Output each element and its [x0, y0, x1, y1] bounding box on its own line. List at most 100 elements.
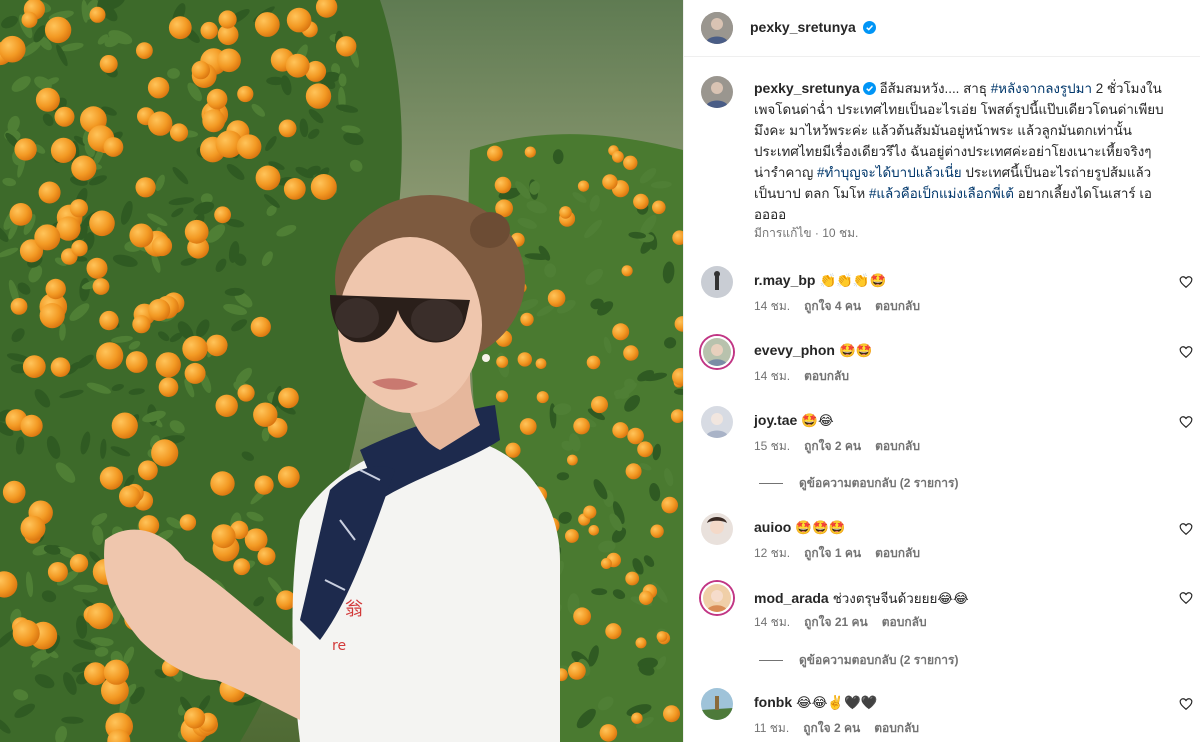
heart-icon[interactable] — [1179, 522, 1193, 536]
reply-button[interactable]: ตอบกลับ — [804, 369, 849, 383]
comment-avatar[interactable] — [701, 266, 733, 298]
orange-fruit — [612, 150, 624, 163]
comment-item: joy.tae 🤩😂 15 ชม. ถูกใจ 2 คน ตอบกลับ — [684, 406, 1200, 466]
comment-username[interactable]: fonbk — [754, 694, 792, 710]
orange-fruit — [623, 155, 638, 170]
orange-fruit — [278, 387, 299, 409]
orange-fruit — [285, 53, 310, 78]
verified-badge-icon — [863, 21, 877, 34]
orange-fruit — [158, 377, 179, 398]
comment-likes[interactable]: ถูกใจ 2 คน — [804, 439, 861, 453]
verified-badge-icon — [862, 82, 876, 95]
orange-fruit — [206, 334, 228, 357]
author-avatar[interactable] — [701, 12, 733, 44]
comment-avatar[interactable] — [701, 406, 733, 438]
comment-avatar[interactable] — [701, 513, 733, 545]
heart-icon[interactable] — [1179, 275, 1193, 289]
orange-fruit — [547, 289, 566, 308]
comment-avatar[interactable] — [701, 688, 733, 720]
orange-fruit — [86, 257, 108, 279]
post-caption: pexky_sretunya อีส้มสมหวัง.... สาธุ #หลั… — [754, 78, 1164, 225]
orange-fruit — [89, 210, 115, 237]
hashtag-link[interactable]: #แล้วคือเป็กแม่งเลือกพี่เต้ — [869, 186, 1014, 201]
orange-fruit — [148, 111, 173, 136]
orange-fruit — [236, 134, 262, 159]
comment-avatar[interactable] — [701, 336, 733, 368]
orange-fruit — [71, 155, 97, 181]
orange-fruit — [169, 123, 189, 142]
heart-icon[interactable] — [1179, 697, 1193, 711]
orange-fruit — [135, 177, 156, 198]
comment-username[interactable]: mod_arada — [754, 590, 829, 606]
reply-button[interactable]: ตอบกลับ — [875, 439, 920, 453]
comment-item: r.may_bp 👏👏👏🤩 14 ชม. ถูกใจ 4 คน ตอบกลับ — [684, 266, 1200, 326]
caption-username[interactable]: pexky_sretunya — [754, 80, 860, 96]
caption-author-avatar[interactable] — [701, 76, 733, 108]
orange-fruit — [96, 342, 124, 370]
post-photo[interactable]: 翁 re — [0, 0, 683, 742]
orange-fruit — [184, 707, 206, 729]
view-replies-button[interactable]: ดูข้อความตอบกลับ (2 รายการ) — [759, 474, 958, 493]
orange-fruit — [633, 193, 649, 210]
orange-fruit — [237, 384, 255, 402]
orange-fruit — [217, 48, 241, 73]
orange-fruit — [215, 394, 238, 417]
orange-fruit — [118, 485, 141, 508]
orange-fruit — [184, 362, 206, 384]
comment-username[interactable]: r.may_bp — [754, 272, 815, 288]
orange-fruit — [495, 390, 509, 403]
view-replies-button[interactable]: ดูข้อความตอบกลับ (2 รายการ) — [759, 651, 958, 670]
orange-fruit — [656, 631, 668, 642]
comment-avatar[interactable] — [701, 582, 733, 614]
comment-username[interactable]: evevy_phon — [754, 342, 835, 358]
orange-fruit — [612, 323, 630, 341]
orange-fruit — [517, 352, 532, 367]
comment-likes[interactable]: ถูกใจ 2 คน — [803, 721, 860, 735]
orange-fruit — [612, 422, 629, 439]
heart-icon[interactable] — [1179, 415, 1193, 429]
orange-fruit — [69, 199, 88, 218]
photo-illustration: 翁 re — [0, 0, 683, 742]
orange-fruit — [39, 303, 65, 329]
heart-icon[interactable] — [1179, 591, 1193, 605]
orange-fruit — [635, 637, 647, 649]
orange-fruit — [600, 558, 612, 569]
orange-fruit — [536, 391, 549, 404]
reply-button[interactable]: ตอบกลับ — [875, 299, 920, 313]
comment-time: 11 ชม. — [754, 721, 790, 735]
orange-fruit — [202, 109, 226, 133]
author-username[interactable]: pexky_sretunya — [750, 19, 856, 35]
orange-fruit — [20, 515, 46, 541]
comment-username[interactable]: auioo — [754, 519, 791, 535]
orange-fruit — [568, 662, 586, 680]
orange-fruit — [0, 35, 26, 63]
comment-text: 👏👏👏🤩 — [819, 273, 887, 288]
orange-fruit — [255, 165, 281, 191]
orange-fruit — [583, 505, 597, 519]
hashtag-link[interactable]: #หลังจากลงรูปมา — [991, 81, 1092, 96]
orange-fruit — [129, 223, 154, 248]
reply-button[interactable]: ตอบกลับ — [875, 546, 920, 560]
comment-likes[interactable]: ถูกใจ 21 คน — [804, 615, 868, 629]
orange-fruit — [47, 562, 68, 582]
orange-fruit — [286, 7, 312, 33]
orange-fruit — [524, 146, 536, 158]
hashtag-link[interactable]: #ทำบุญจะได้บาปแล้วเนี่ย — [817, 165, 962, 180]
reply-button[interactable]: ตอบกลับ — [882, 615, 927, 629]
heart-icon[interactable] — [1179, 345, 1193, 359]
orange-fruit — [631, 712, 643, 724]
orange-fruit — [22, 355, 46, 378]
comment-text: ช่วงตรุษจีนด้วยยย😂😂 — [832, 591, 969, 606]
comment-username[interactable]: joy.tae — [754, 412, 797, 428]
orange-fruit — [627, 427, 644, 445]
comment-likes[interactable]: ถูกใจ 1 คน — [804, 546, 861, 560]
orange-fruit — [283, 178, 306, 200]
svg-text:re: re — [332, 638, 346, 654]
orange-fruit — [233, 558, 251, 576]
orange-fruit — [148, 298, 171, 322]
comment-likes[interactable]: ถูกใจ 4 คน — [804, 299, 861, 313]
orange-fruit — [591, 396, 608, 414]
reply-button[interactable]: ตอบกลับ — [874, 721, 919, 735]
replies-divider — [759, 483, 783, 485]
comment-item: fonbk 😂😂✌️🖤🖤 11 ชม. ถูกใจ 2 คน ตอบกลับ — [684, 688, 1200, 748]
